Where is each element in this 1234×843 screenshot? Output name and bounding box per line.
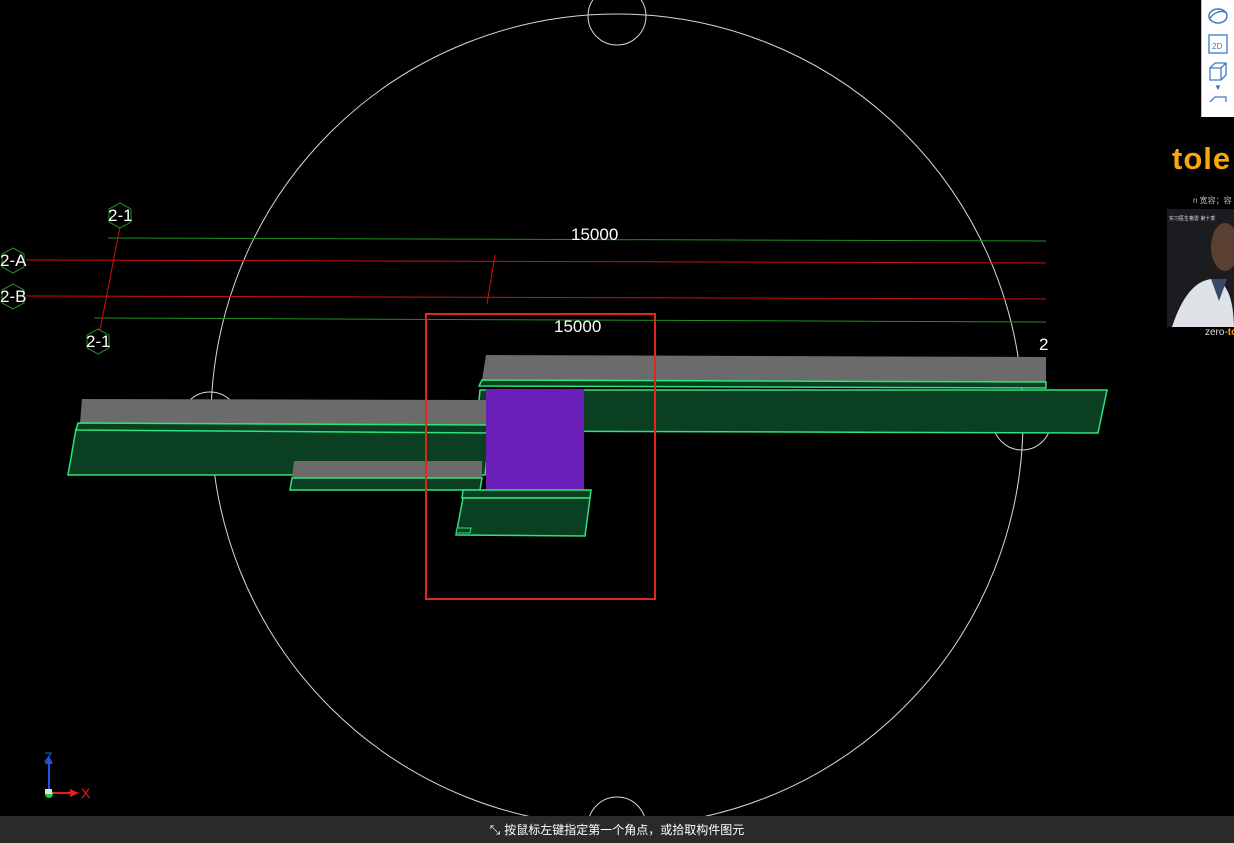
overlay-subtitle: n 宽容；容 bbox=[1193, 196, 1232, 205]
beam-small-middle[interactable] bbox=[289, 461, 483, 491]
grid-line-2-A[interactable] bbox=[25, 259, 1047, 264]
column-purple[interactable] bbox=[486, 389, 584, 491]
overlay-brand: tole bbox=[1172, 141, 1232, 176]
axis-triad: Z X bbox=[44, 749, 91, 801]
axis-bubble-2-A[interactable]: 2-A bbox=[0, 247, 27, 274]
beam-under-column[interactable] bbox=[455, 489, 592, 537]
orbit-handle-top[interactable] bbox=[587, 0, 647, 46]
axis-bubble-2-1-bottom[interactable]: 2-1 bbox=[86, 328, 111, 355]
dimension-label-top: 15000 bbox=[571, 225, 618, 244]
dimension-tick bbox=[486, 254, 496, 305]
view-cube-partial-icon[interactable] bbox=[1206, 94, 1230, 102]
axis-label-2-1-top: 2-1 bbox=[108, 206, 133, 225]
scene[interactable]: 2-1 2-A 2-B 2-1 2 15000 15000 Z X bbox=[0, 0, 1234, 816]
pick-cursor-icon: ⤡ bbox=[489, 821, 501, 837]
cad-3d-viewport[interactable]: 2-1 2-A 2-B 2-1 2 15000 15000 Z X bbox=[0, 0, 1234, 816]
view-3d-cube-icon[interactable] bbox=[1206, 60, 1230, 84]
axis-label-2-right-clipped: 2 bbox=[1039, 335, 1048, 354]
dimension-label-bottom: 15000 bbox=[554, 317, 601, 336]
triad-x-label: X bbox=[81, 785, 91, 801]
axis-bubble-2-1-top[interactable]: 2-1 bbox=[108, 202, 133, 229]
grid-line-vertical-2-1[interactable] bbox=[99, 226, 121, 331]
overlay-footer-prefix: zero- bbox=[1205, 327, 1228, 338]
orbit-icon[interactable] bbox=[1206, 4, 1230, 28]
webcam-video: 实习医生格雷 第十季 bbox=[1167, 209, 1234, 327]
view-2d-icon[interactable]: 2D bbox=[1206, 32, 1230, 56]
view-2d-label: 2D bbox=[1212, 42, 1222, 51]
axis-label-2-B: 2-B bbox=[0, 287, 26, 306]
axis-label-2-1-bottom: 2-1 bbox=[86, 332, 111, 351]
webcam-overlay: tole n 宽容；容 实习医生格雷 第十季 zero-to bbox=[1163, 123, 1234, 353]
axis-label-2-A: 2-A bbox=[0, 251, 27, 270]
overlay-footer: zero-to bbox=[1205, 327, 1234, 338]
overlay-caption: 实习医生格雷 第十季 bbox=[1169, 216, 1216, 222]
grid-line-2-B[interactable] bbox=[25, 295, 1047, 300]
overlay-footer-brand: to bbox=[1227, 327, 1234, 338]
status-message: 按鼠标左键指定第一个角点，或拾取构件图元 bbox=[504, 823, 745, 837]
orbit-handle-bottom[interactable] bbox=[588, 796, 646, 816]
view-toolbar: 2D ▼ bbox=[1201, 0, 1234, 117]
axis-bubble-2-B[interactable]: 2-B bbox=[0, 283, 26, 310]
dropdown-caret-icon[interactable]: ▼ bbox=[1202, 84, 1234, 92]
status-bar: ⤡ 按鼠标左键指定第一个角点，或拾取构件图元 bbox=[0, 816, 1234, 843]
triad-z-label: Z bbox=[44, 749, 53, 765]
